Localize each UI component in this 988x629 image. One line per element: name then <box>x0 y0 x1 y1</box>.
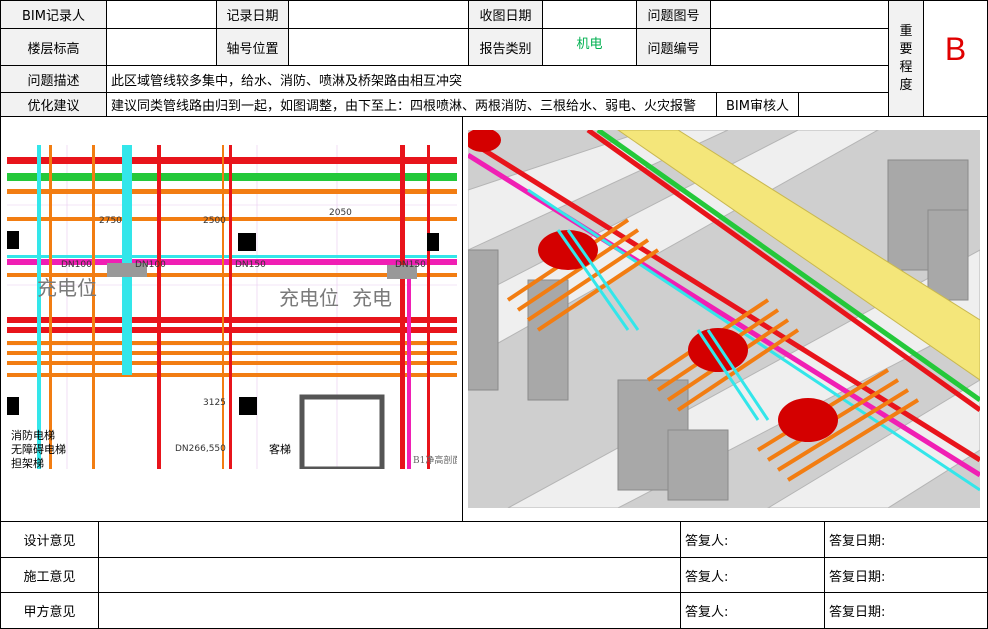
importance-value[interactable]: B <box>924 1 987 117</box>
column <box>239 397 257 415</box>
record-date-field[interactable] <box>289 1 469 29</box>
plan-drawing-svg: 充电位 充电位 充电 2750 2500 2050 3125 DN100 DN1… <box>7 145 457 469</box>
suggestion-label: 优化建议 <box>1 93 107 117</box>
dim-label: 2050 <box>329 208 352 218</box>
record-date-label: 记录日期 <box>217 1 289 29</box>
plan-drawing: 充电位 充电位 充电 2750 2500 2050 3125 DN100 DN1… <box>7 145 457 469</box>
model-3d-svg <box>468 130 980 508</box>
pipe-red-vertical <box>157 145 161 469</box>
pipe-red-vertical <box>229 145 232 469</box>
dim-label: 3125 <box>203 398 226 408</box>
wall <box>299 394 385 469</box>
reviewer-field[interactable] <box>799 93 889 117</box>
construction-opinion-label: 施工意见 <box>1 558 99 593</box>
importance-char: 重 <box>899 23 913 39</box>
pipe-orange-vertical <box>92 145 95 469</box>
report-type-label: 报告类别 <box>469 29 543 66</box>
recorder-field[interactable] <box>107 1 217 29</box>
column <box>427 233 439 251</box>
pipe-red-vertical <box>400 145 405 469</box>
problem-number-field[interactable] <box>711 29 889 66</box>
report-type-value[interactable]: 机电 <box>543 29 637 66</box>
description-value[interactable]: 此区域管线较多集中，给水、消防、喷淋及桥架路由相互冲突 <box>107 66 889 93</box>
design-opinion-field[interactable] <box>99 522 681 558</box>
construction-reply-label: 答复人: <box>681 558 825 593</box>
floor-elevation-field[interactable] <box>107 29 217 66</box>
axis-position-label: 轴号位置 <box>217 29 289 66</box>
owner-date-label: 答复日期: <box>825 593 987 628</box>
construction-opinion-field[interactable] <box>99 558 681 593</box>
pipe-orange-vertical <box>49 145 52 469</box>
design-date-label: 答复日期: <box>825 522 987 558</box>
column <box>7 231 19 249</box>
construction-date-label: 答复日期: <box>825 558 987 593</box>
room-label: 无障碍电梯 <box>11 442 66 456</box>
owner-opinion-label: 甲方意见 <box>1 593 99 628</box>
room-label: 客梯 <box>269 442 291 456</box>
pipe-magenta-vertical <box>407 265 411 469</box>
suggestion-value[interactable]: 建议同类管线路由归到一起，如图调整，由下至上：四根喷淋、两根消防、三根给水、弱电… <box>107 93 717 117</box>
pipe-orange-vertical <box>222 145 224 469</box>
room-label: 充电 <box>352 286 392 310</box>
importance-label: 重 要 程 度 <box>889 1 924 117</box>
pipe-tag: DN266,550 <box>175 444 226 454</box>
recorder-label: BIM记录人 <box>1 1 107 29</box>
column <box>238 233 256 251</box>
description-label: 问题描述 <box>1 66 107 93</box>
room-label: 消防电梯 <box>11 428 55 442</box>
dim-label: 2750 <box>99 216 122 226</box>
room-label: 充电位 <box>279 286 339 310</box>
design-reply-label: 答复人: <box>681 522 825 558</box>
section-label: B1净高剖面 <box>413 454 457 466</box>
issue-form: BIM记录人 记录日期 收图日期 问题图号 楼层标高 轴号位置 报告类别 机电 … <box>0 0 988 629</box>
owner-reply-label: 答复人: <box>681 593 825 628</box>
receive-date-label: 收图日期 <box>469 1 543 29</box>
floor-elevation-label: 楼层标高 <box>1 29 107 66</box>
importance-char: 度 <box>899 77 913 93</box>
importance-char: 程 <box>899 59 913 75</box>
column <box>7 397 19 415</box>
pipe-red-vertical <box>427 145 430 469</box>
pipe-tag: DN100 <box>61 260 92 270</box>
pipe-cyan-vertical <box>37 145 41 469</box>
axis-position-field[interactable] <box>289 29 469 66</box>
room-label: 充电位 <box>37 276 97 300</box>
problem-drawing-label: 问题图号 <box>637 1 711 29</box>
pipe-tag: DN100 <box>135 260 166 270</box>
pipe-tag: DN150 <box>235 260 266 270</box>
importance-char: 要 <box>899 41 913 57</box>
dim-label: 2500 <box>203 216 226 226</box>
receive-date-field[interactable] <box>543 1 637 29</box>
pipe-tag: DN150 <box>395 260 426 270</box>
room-label: 担架梯 <box>11 456 44 469</box>
problem-number-label: 问题编号 <box>637 29 711 66</box>
model-3d-view <box>468 130 980 508</box>
design-opinion-label: 设计意见 <box>1 522 99 558</box>
reviewer-label: BIM审核人 <box>717 93 799 117</box>
problem-drawing-field[interactable] <box>711 1 889 29</box>
owner-opinion-field[interactable] <box>99 593 681 628</box>
pipe-cyan-vertical <box>122 145 132 375</box>
